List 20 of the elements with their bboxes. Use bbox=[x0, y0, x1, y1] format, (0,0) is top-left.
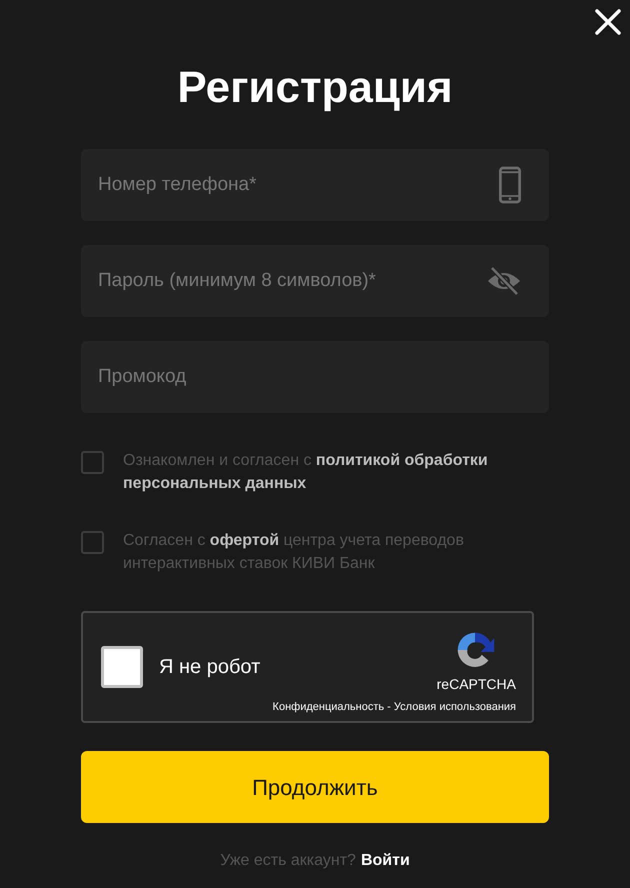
captcha-brand: reCAPTCHA bbox=[436, 675, 516, 694]
continue-button[interactable]: Продолжить bbox=[81, 751, 549, 823]
eye-slash-icon bbox=[487, 266, 521, 296]
promo-code-field[interactable]: Промокод bbox=[81, 341, 549, 413]
captcha-checkbox[interactable] bbox=[101, 646, 143, 688]
captcha-privacy-terms-links[interactable]: Конфиденциальность - Условия использования bbox=[272, 699, 516, 716]
phone-field[interactable]: Номер телефона* bbox=[81, 149, 549, 221]
checkbox[interactable] bbox=[81, 531, 104, 554]
agreement-text: Ознакомлен и согласен с политикой обработки персональных данных bbox=[123, 451, 489, 494]
phone-icon bbox=[499, 165, 521, 205]
checkbox[interactable] bbox=[81, 451, 104, 474]
close-icon bbox=[594, 8, 622, 36]
agreement-text: Согласен с офертой центра учета переводов интерактивных ставок КИВИ Банк bbox=[123, 531, 465, 574]
account-prompt: Уже есть аккаунт? bbox=[220, 851, 356, 871]
close-button[interactable] bbox=[594, 8, 622, 36]
login-link[interactable]: Войти bbox=[360, 849, 410, 873]
hide-password-button[interactable] bbox=[487, 266, 521, 296]
page-title: Регистрация bbox=[177, 62, 453, 114]
password-field[interactable]: Пароль (минимум 8 символов)* bbox=[81, 245, 549, 317]
captcha-label: Я не робот bbox=[159, 655, 260, 680]
